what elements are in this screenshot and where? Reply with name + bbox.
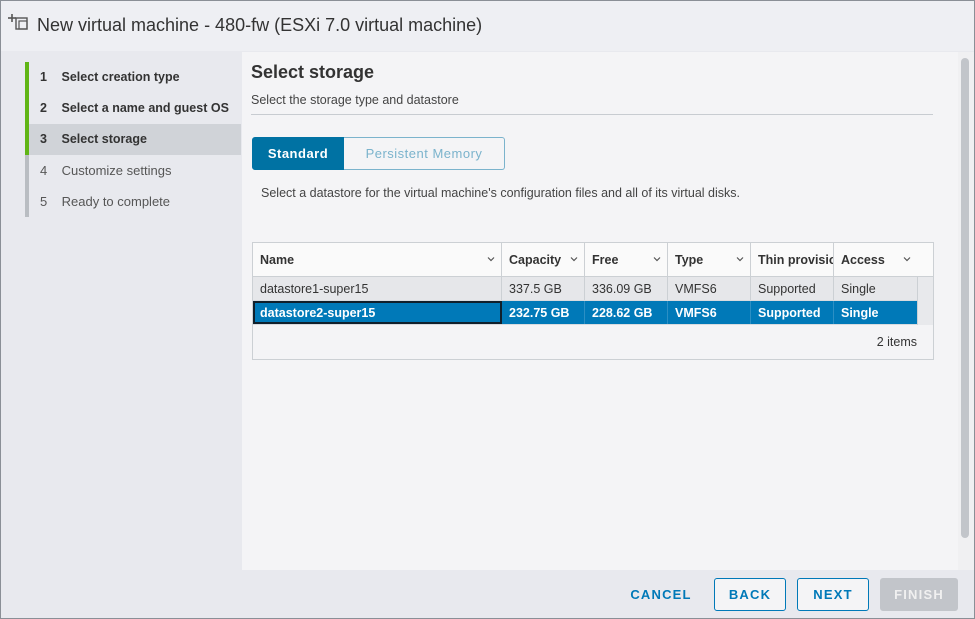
main-content: Select storage Select the storage type a… [242, 52, 958, 570]
step-number: 3 [40, 132, 47, 146]
column-header-type[interactable]: Type [668, 243, 751, 276]
cell-type: VMFS6 [668, 301, 751, 324]
step-label: Ready to complete [61, 194, 171, 209]
datastore-grid: Name Capacity Free Type Thin provisionin… [252, 242, 934, 360]
chevron-down-icon [653, 257, 661, 262]
column-label: Free [592, 252, 619, 267]
page-title: Select storage [251, 62, 375, 82]
step-label: Select storage [61, 132, 147, 146]
chevron-down-icon [487, 257, 495, 262]
chevron-down-icon [570, 257, 578, 262]
item-count: 2 items [876, 335, 917, 349]
table-row-selected[interactable]: datastore2-super15 232.75 GB 228.62 GB V… [253, 301, 917, 325]
datastore-description: Select a datastore for the virtual machi… [261, 186, 741, 200]
page-subtitle: Select the storage type and datastore [251, 93, 459, 107]
chevron-down-icon [903, 257, 911, 262]
step-select-storage[interactable]: 3 Select storage [25, 124, 241, 155]
cell-capacity: 337.5 GB [502, 277, 585, 300]
column-header-name[interactable]: Name [253, 243, 502, 276]
chevron-down-icon [736, 257, 744, 262]
title-bar: New virtual machine - 480-fw (ESXi 7.0 v… [1, 1, 974, 51]
column-label: Thin provisioning [758, 252, 833, 267]
step-label: Select creation type [61, 70, 180, 84]
tab-standard[interactable]: Standard [252, 137, 344, 170]
column-label: Name [260, 252, 295, 267]
cell-access: Single [841, 305, 879, 320]
header-divider [251, 114, 933, 115]
content-scrollbar[interactable] [958, 52, 974, 570]
next-button[interactable]: NEXT [797, 578, 869, 611]
cell-name: datastore2-super15 [253, 301, 502, 324]
grid-scrollbar[interactable] [917, 277, 933, 325]
wizard-steps: 1 Select creation type 2 Select a name a… [4, 52, 242, 570]
cell-name: datastore1-super15 [253, 277, 502, 300]
table-row[interactable]: datastore1-super15 337.5 GB 336.09 GB VM… [253, 277, 917, 301]
column-header-thin-provisioning[interactable]: Thin provisioning [751, 243, 834, 276]
step-number: 1 [40, 70, 47, 84]
column-header-capacity[interactable]: Capacity [502, 243, 585, 276]
cell-access: Single [841, 281, 876, 296]
step-number: 2 [40, 101, 47, 115]
scrollbar-thumb[interactable] [961, 58, 969, 538]
step-number: 4 [40, 163, 48, 178]
cell-free: 228.62 GB [585, 301, 668, 324]
finish-button[interactable]: FINISH [880, 578, 958, 611]
step-number: 5 [40, 194, 48, 209]
step-label: Select a name and guest OS [61, 101, 229, 115]
cell-thin-provisioning: Supported [751, 277, 834, 300]
cancel-button[interactable]: CANCEL [619, 578, 703, 611]
step-select-name-guest-os[interactable]: 2 Select a name and guest OS [25, 93, 241, 124]
step-select-creation-type[interactable]: 1 Select creation type [25, 62, 241, 93]
cell-type: VMFS6 [668, 277, 751, 300]
step-ready-to-complete: 5 Ready to complete [25, 186, 241, 217]
grid-header: Name Capacity Free Type Thin provisionin… [253, 243, 933, 277]
new-vm-dialog: New virtual machine - 480-fw (ESXi 7.0 v… [0, 0, 975, 619]
dialog-title: New virtual machine - 480-fw (ESXi 7.0 v… [37, 15, 483, 35]
column-header-free[interactable]: Free [585, 243, 668, 276]
tab-persistent-memory[interactable]: Persistent Memory [344, 137, 505, 170]
column-header-access[interactable]: Access [834, 243, 933, 276]
dialog-footer: CANCEL BACK NEXT FINISH [1, 570, 974, 618]
column-label: Capacity [509, 252, 562, 267]
step-customize-settings: 4 Customize settings [25, 155, 241, 186]
cell-free: 336.09 GB [585, 277, 668, 300]
back-button[interactable]: BACK [714, 578, 786, 611]
column-label: Access [841, 252, 885, 267]
column-label: Type [675, 252, 704, 267]
storage-type-toggle: Standard Persistent Memory [252, 137, 505, 170]
cell-thin-provisioning: Supported [751, 301, 834, 324]
new-vm-icon [8, 14, 28, 30]
step-label: Customize settings [61, 163, 172, 178]
cell-capacity: 232.75 GB [502, 301, 585, 324]
